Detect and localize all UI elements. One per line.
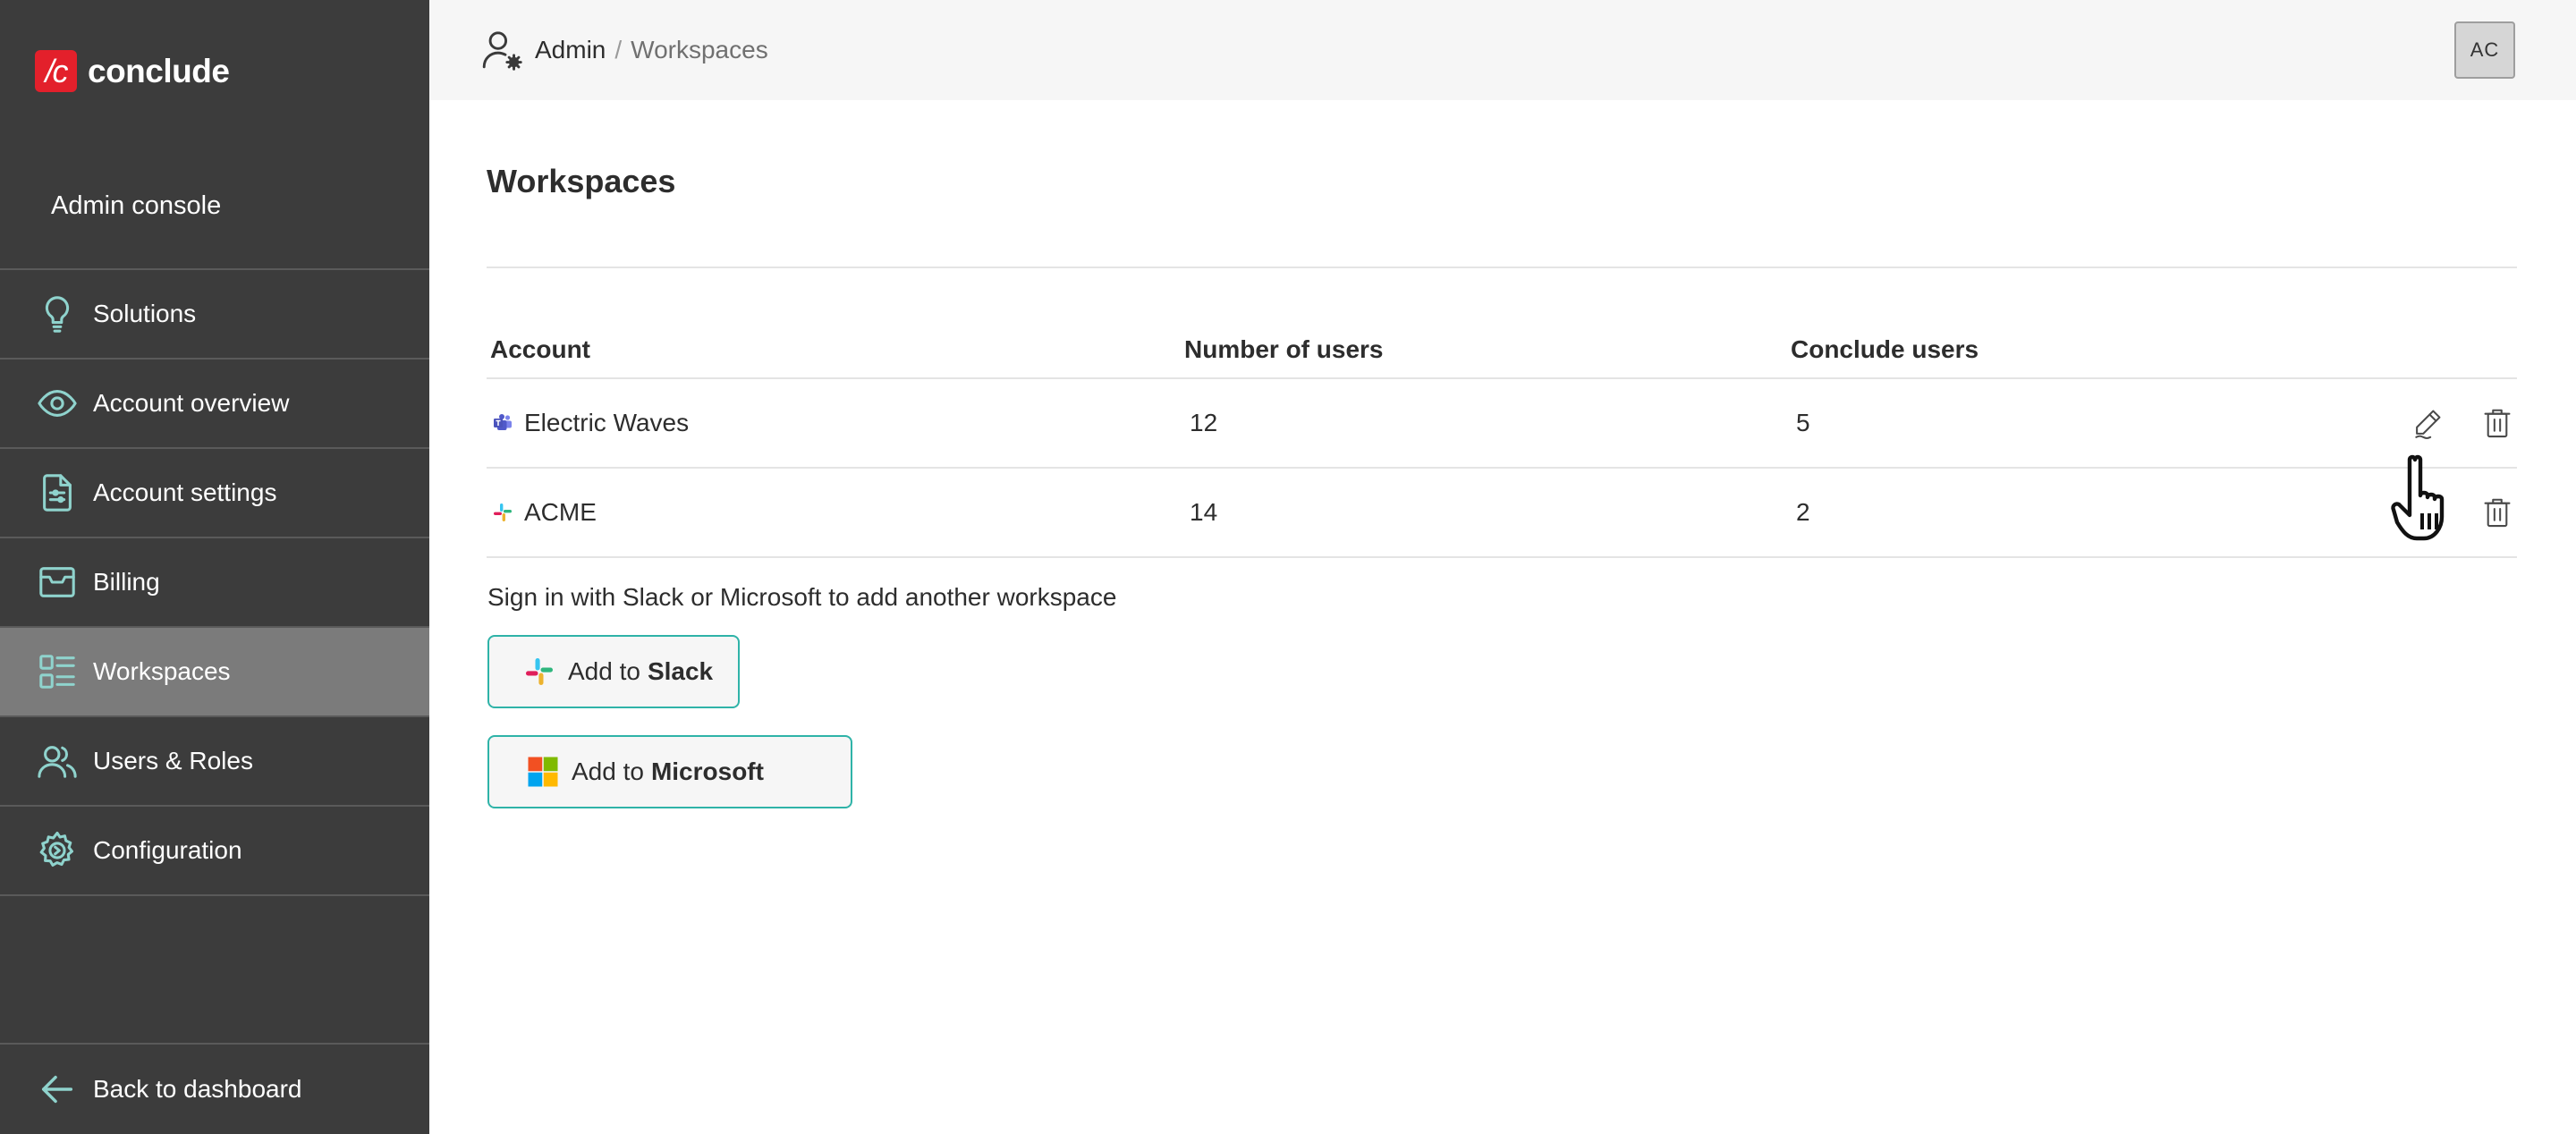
- conclude-users: 2: [1796, 498, 1810, 526]
- slack-logo-icon: [526, 658, 553, 685]
- sidebar: /c conclude Admin console Solutions Acco…: [0, 0, 429, 1134]
- document-settings-icon: [36, 471, 79, 514]
- sidebar-item-label: Configuration: [93, 836, 242, 864]
- breadcrumb-workspaces: Workspaces: [631, 36, 768, 63]
- arrow-left-icon: [36, 1068, 79, 1111]
- number-of-users: 12: [1190, 409, 1218, 436]
- avatar[interactable]: AC: [2454, 21, 2515, 79]
- console-title: Admin console: [51, 191, 222, 220]
- sidebar-item-solutions[interactable]: Solutions: [0, 270, 429, 360]
- table-row: Electric Waves 12 5: [487, 379, 2517, 469]
- edit-pencil-icon[interactable]: [2408, 493, 2447, 532]
- admin-user-gear-icon: [479, 28, 524, 72]
- conclude-users: 5: [1796, 409, 1810, 436]
- button-brand: Slack: [647, 657, 714, 685]
- back-label: Back to dashboard: [93, 1075, 302, 1103]
- edit-pencil-icon[interactable]: [2408, 403, 2447, 443]
- microsoft-logo-icon: [528, 757, 558, 787]
- eye-icon: [36, 382, 79, 425]
- divider: [487, 267, 2517, 268]
- sidebar-item-label: Users & Roles: [93, 747, 253, 774]
- brand-logo[interactable]: /c conclude: [35, 50, 230, 92]
- table-header: Account Number of users Conclude users: [487, 322, 2517, 379]
- microsoft-teams-icon: [492, 412, 513, 434]
- sidebar-item-label: Account settings: [93, 478, 277, 506]
- delete-trash-icon[interactable]: [2478, 403, 2517, 443]
- add-to-slack-button[interactable]: Add to Slack: [487, 635, 740, 708]
- account-cell: Electric Waves: [492, 409, 689, 437]
- breadcrumb-separator: /: [614, 36, 623, 63]
- number-of-users: 14: [1190, 498, 1218, 526]
- breadcrumb: Admin / Workspaces: [535, 36, 768, 64]
- account-cell: ACME: [492, 498, 597, 527]
- row-actions: [2377, 493, 2517, 532]
- add-to-microsoft-button[interactable]: Add to Microsoft: [487, 735, 852, 808]
- logo-text: conclude: [88, 52, 230, 89]
- envelope-icon: [36, 561, 79, 604]
- sidebar-nav: Solutions Account overview Account setti…: [0, 268, 429, 896]
- lightbulb-icon: [36, 292, 79, 335]
- page-title: Workspaces: [487, 163, 676, 199]
- sidebar-item-configuration[interactable]: Configuration: [0, 807, 429, 896]
- sidebar-item-label: Account overview: [93, 389, 290, 417]
- delete-trash-icon[interactable]: [2478, 493, 2517, 532]
- add-workspace-hint: Sign in with Slack or Microsoft to add a…: [487, 583, 1117, 611]
- account-name: ACME: [524, 498, 597, 526]
- sidebar-item-account-settings[interactable]: Account settings: [0, 449, 429, 538]
- sidebar-item-label: Billing: [93, 568, 160, 596]
- row-actions: [2377, 403, 2517, 443]
- logo-mark: /c: [35, 50, 77, 92]
- column-header-number-of-users: Number of users: [1184, 335, 1384, 363]
- list-grid-icon: [36, 650, 79, 693]
- sidebar-item-label: Solutions: [93, 300, 197, 327]
- sidebar-item-label: Workspaces: [93, 657, 231, 685]
- account-name: Electric Waves: [524, 409, 690, 436]
- sidebar-item-account-overview[interactable]: Account overview: [0, 360, 429, 449]
- slack-icon: [492, 502, 513, 523]
- button-prefix: Add to: [572, 757, 644, 785]
- back-to-dashboard-link[interactable]: Back to dashboard: [0, 1043, 429, 1134]
- gear-icon: [36, 829, 79, 872]
- sidebar-item-workspaces[interactable]: Workspaces: [0, 628, 429, 717]
- column-header-account: Account: [490, 335, 590, 363]
- top-header: Admin / Workspaces AC: [429, 0, 2576, 100]
- table-row: ACME 14 2: [487, 469, 2517, 558]
- breadcrumb-admin[interactable]: Admin: [535, 36, 606, 64]
- workspaces-table: Account Number of users Conclude users E…: [487, 322, 2517, 558]
- column-header-conclude-users: Conclude users: [1791, 335, 1979, 363]
- users-icon: [36, 740, 79, 783]
- button-prefix: Add to: [568, 657, 640, 685]
- sidebar-item-users-roles[interactable]: Users & Roles: [0, 717, 429, 807]
- sidebar-item-billing[interactable]: Billing: [0, 538, 429, 628]
- button-brand: Microsoft: [650, 757, 764, 785]
